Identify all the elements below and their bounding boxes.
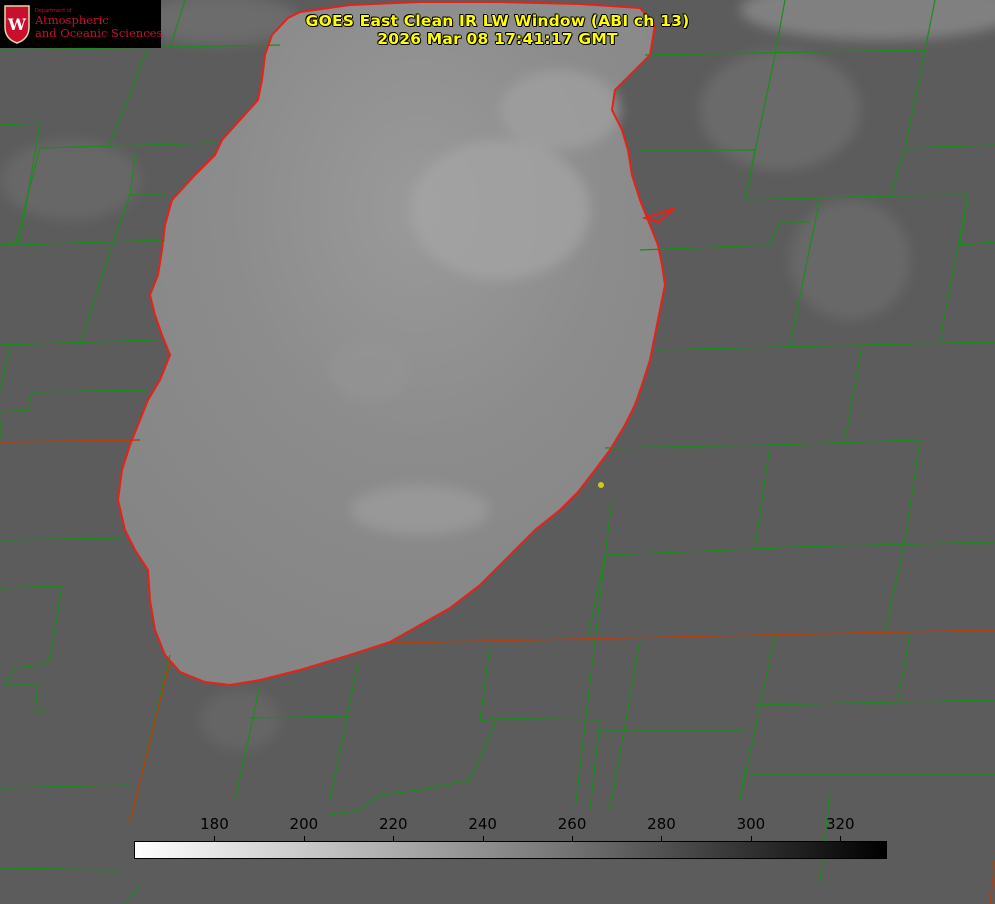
image-timestamp: 2026 Mar 08 17:41:17 GMT	[377, 30, 618, 48]
colorbar-tick-label: 220	[378, 815, 408, 833]
colorbar-tick-label: 260	[557, 815, 587, 833]
colorbar-tick-mark	[750, 836, 752, 842]
colorbar-tick-mark	[214, 836, 216, 842]
satellite-map	[0, 0, 995, 904]
colorbar-tick-label: 180	[200, 815, 229, 833]
colorbar-tick-mark	[572, 836, 574, 842]
colorbar-tick-label: 320	[825, 815, 855, 833]
colorbar-tick-mark	[482, 836, 484, 842]
colorbar-tick-label: 300	[736, 815, 766, 833]
image-title: GOES East Clean IR LW Window (ABI ch 13)	[305, 12, 690, 30]
colorbar-tick-mark	[840, 836, 842, 842]
colorbar-tick-mark	[303, 836, 305, 842]
colorbar-tick-mark	[661, 836, 663, 842]
colorbar-tick-label: 240	[468, 815, 497, 833]
location-marker-icon	[598, 482, 604, 488]
colorbar-tick-mark	[393, 836, 395, 842]
colorbar-tick-label: 200	[289, 815, 319, 833]
colorbar	[134, 841, 887, 859]
colorbar-tick-label: 280	[647, 815, 676, 833]
